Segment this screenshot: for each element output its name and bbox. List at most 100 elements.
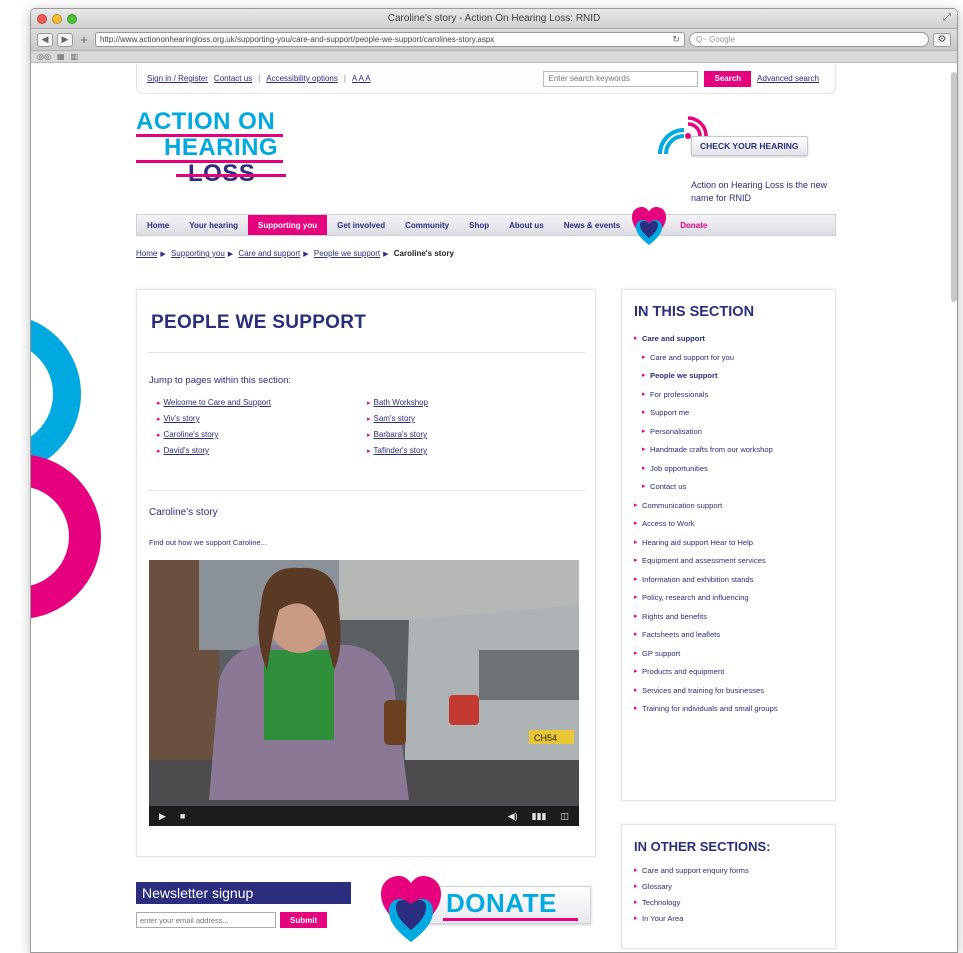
- link-carolines-story[interactable]: Caroline's story: [164, 430, 219, 439]
- breadcrumb-arrow-icon: ▶: [160, 251, 166, 258]
- sidebar-item-communication-support[interactable]: Communication support: [634, 501, 823, 511]
- reload-icon[interactable]: ↻: [672, 34, 680, 45]
- logo-line-3: LOSS: [136, 161, 296, 187]
- nav-home[interactable]: Home: [137, 215, 179, 235]
- quality-icon[interactable]: ▮▮▮: [532, 811, 547, 822]
- stop-icon[interactable]: ■: [180, 811, 185, 821]
- text-size-links[interactable]: A A A: [352, 74, 371, 83]
- gear-icon[interactable]: ⚙: [933, 32, 951, 47]
- newsletter-form: Submit: [136, 912, 351, 928]
- nav-supporting-you[interactable]: Supporting you: [247, 215, 328, 235]
- sidebar-item-factsheets[interactable]: Factsheets and leaflets: [634, 630, 823, 640]
- divider: [147, 490, 585, 491]
- add-bookmark-icon[interactable]: +: [77, 32, 91, 47]
- contact-link[interactable]: Contact us: [214, 74, 252, 83]
- browser-search-field[interactable]: Q~ Google: [689, 32, 929, 47]
- forward-button[interactable]: ▶: [57, 32, 73, 47]
- sidebar-item-business-training[interactable]: Services and training for businesses: [634, 686, 823, 696]
- browser-toolbar: ◀ ▶ + http://www.actiononhearingloss.org…: [31, 29, 957, 51]
- other-item-enquiry-forms[interactable]: Care and support enquiry forms: [634, 866, 823, 875]
- other-sections-panel: IN OTHER SECTIONS: Care and support enqu…: [621, 824, 836, 949]
- link-vivs-story[interactable]: Viv's story: [164, 414, 200, 423]
- link-sams-story[interactable]: Sam's story: [374, 414, 416, 423]
- site-search: Search Advanced search: [543, 70, 825, 87]
- nav-shop[interactable]: Shop: [459, 215, 499, 235]
- link-welcome[interactable]: Welcome to Care and Support: [164, 398, 271, 407]
- check-hearing-widget[interactable]: CHECK YOUR HEARING: [656, 114, 836, 169]
- link-davids-story[interactable]: David's story: [164, 446, 210, 455]
- logo-line-1: ACTION ON: [136, 109, 296, 137]
- breadcrumb-care[interactable]: Care and support: [238, 249, 300, 258]
- sidebar-item-access-to-work[interactable]: Access to Work: [634, 519, 823, 529]
- sidebar-item-products-equipment[interactable]: Products and equipment: [634, 667, 823, 677]
- nav-get-involved[interactable]: Get involved: [327, 215, 395, 235]
- fullscreen-video-icon[interactable]: ◫: [560, 811, 569, 822]
- video-player[interactable]: CH54 ▶ ■ ◀) ▮▮▮ ◫: [149, 560, 579, 826]
- sidebar-item-information-stands[interactable]: Information and exhibition stands: [634, 575, 823, 585]
- sidebar-item-professionals[interactable]: For professionals: [642, 390, 823, 400]
- link-barbaras-story[interactable]: Barbara's story: [374, 430, 428, 439]
- bookmarks-icon[interactable]: ▥: [71, 52, 79, 61]
- other-item-in-your-area[interactable]: In Your Area: [634, 914, 823, 923]
- back-button[interactable]: ◀: [37, 32, 53, 47]
- email-field[interactable]: [136, 912, 276, 928]
- top-sites-icon[interactable]: ▦: [57, 52, 65, 61]
- sidebar-item-rights-benefits[interactable]: Rights and benefits: [634, 612, 823, 622]
- list-item: ▸ David's story: [157, 446, 210, 455]
- web-page: Sign in / Register Contact us | Accessib…: [31, 64, 957, 952]
- other-item-technology[interactable]: Technology: [634, 898, 823, 907]
- fullscreen-icon[interactable]: ⤢: [943, 12, 951, 23]
- sidebar-item-contact-us[interactable]: Contact us: [642, 482, 823, 492]
- link-bath-workshop[interactable]: Bath Workshop: [374, 398, 429, 407]
- sidebar-item-equipment-assessment[interactable]: Equipment and assessment services: [634, 556, 823, 566]
- sidebar-item-handmade-crafts[interactable]: Handmade crafts from our workshop: [642, 445, 823, 455]
- nav-about-us[interactable]: About us: [499, 215, 554, 235]
- site-logo[interactable]: ACTION ON HEARING LOSS: [136, 109, 296, 187]
- search-button[interactable]: Search: [704, 70, 752, 87]
- sidebar-item-care-for-you[interactable]: Care and support for you: [642, 353, 823, 363]
- address-bar[interactable]: http://www.actiononhearingloss.org.uk/su…: [95, 32, 685, 47]
- nav-community[interactable]: Community: [395, 215, 459, 235]
- list-item: ▸ Viv's story: [157, 414, 200, 423]
- story-title: Caroline's story: [149, 507, 218, 518]
- in-this-section-panel: IN THIS SECTION Care and support Care an…: [621, 289, 836, 801]
- site-container: Sign in / Register Contact us | Accessib…: [136, 64, 836, 949]
- divider: [147, 352, 585, 353]
- page-scrollbar[interactable]: [951, 72, 957, 302]
- other-item-glossary[interactable]: Glossary: [634, 882, 823, 891]
- play-icon[interactable]: ▶: [159, 811, 166, 822]
- sidebar-item-job-opportunities[interactable]: Job opportunities: [642, 464, 823, 474]
- newsletter-title: Newsletter signup: [136, 882, 351, 904]
- sidebar-item-support-me[interactable]: Support me: [642, 408, 823, 418]
- accessibility-link[interactable]: Accessibility options: [266, 74, 338, 83]
- volume-icon[interactable]: ◀): [508, 811, 518, 822]
- search-input[interactable]: [543, 70, 699, 87]
- logo-line-2: HEARING: [136, 135, 296, 163]
- sidebar-item-hearing-aid-support[interactable]: Hearing aid support Hear to Help: [634, 538, 823, 548]
- sidebar-item-gp-support[interactable]: GP support: [634, 649, 823, 659]
- nav-your-hearing[interactable]: Your hearing: [179, 215, 248, 235]
- breadcrumb-supporting[interactable]: Supporting you: [171, 249, 225, 258]
- sidebar-item-people-we-support[interactable]: People we support: [642, 371, 823, 381]
- nav-news-events[interactable]: News & events: [554, 215, 630, 235]
- sidebar-list: Care and support Care and support for yo…: [634, 334, 823, 714]
- license-plate: CH54: [534, 733, 557, 743]
- submit-button[interactable]: Submit: [280, 912, 328, 928]
- sidebar-item-policy-research[interactable]: Policy, research and influencing: [634, 593, 823, 603]
- heart-icon[interactable]: [630, 207, 670, 245]
- donate-banner[interactable]: DONATE: [381, 874, 596, 946]
- nav-donate[interactable]: Donate: [670, 215, 717, 235]
- sidebar-item-personalisation[interactable]: Personalisation: [642, 427, 823, 437]
- sidebar-item-care-and-support[interactable]: Care and support: [634, 334, 823, 344]
- rebrand-notice: Action on Hearing Loss is the new name f…: [691, 180, 828, 203]
- jump-heading: Jump to pages within this section:: [149, 375, 292, 386]
- breadcrumb-people[interactable]: People we support: [314, 249, 380, 258]
- link-tafinders-story[interactable]: Tafinder's story: [374, 446, 428, 455]
- breadcrumb-home[interactable]: Home: [136, 249, 157, 258]
- reading-list-icon[interactable]: ◎◎: [37, 52, 51, 61]
- check-hearing-button[interactable]: CHECK YOUR HEARING: [691, 136, 808, 156]
- separator: |: [258, 74, 261, 83]
- advanced-search-link[interactable]: Advanced search: [757, 74, 819, 83]
- signin-link[interactable]: Sign in / Register: [147, 74, 208, 83]
- sidebar-item-individual-training[interactable]: Training for individuals and small group…: [634, 704, 823, 714]
